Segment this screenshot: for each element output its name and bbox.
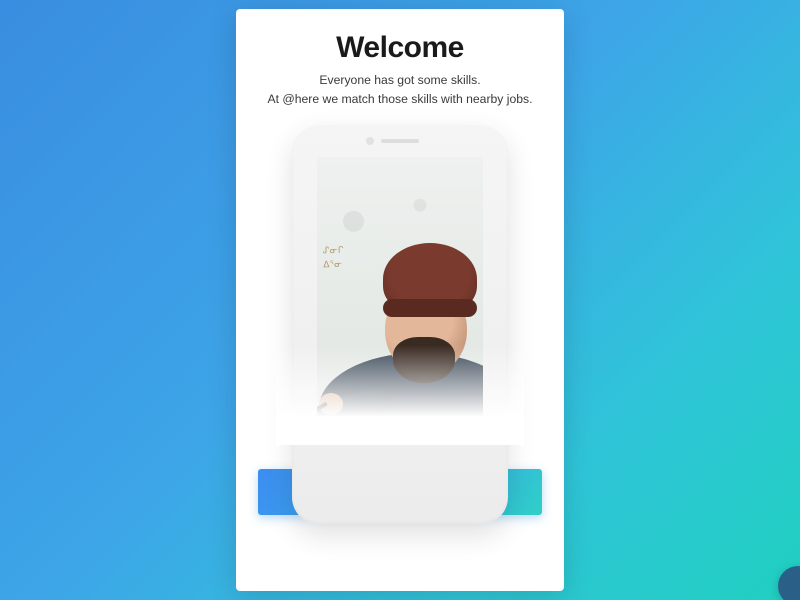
phone-mockup-frame: ᔑᓂᒋᐃᕐᓂ [292,125,508,525]
subtitle-line-1: Everyone has got some skills. [319,71,480,90]
hero-illustration: ᔑᓂᒋᐃᕐᓂ [276,125,524,445]
help-bubble-icon[interactable] [778,566,800,600]
subtitle-line-2: At @here we match those skills with near… [267,90,532,109]
phone-camera-icon [366,137,374,145]
onboarding-card: Welcome Everyone has got some skills. At… [236,9,564,591]
phone-speaker-icon [381,139,419,143]
page-title: Welcome [336,31,464,65]
